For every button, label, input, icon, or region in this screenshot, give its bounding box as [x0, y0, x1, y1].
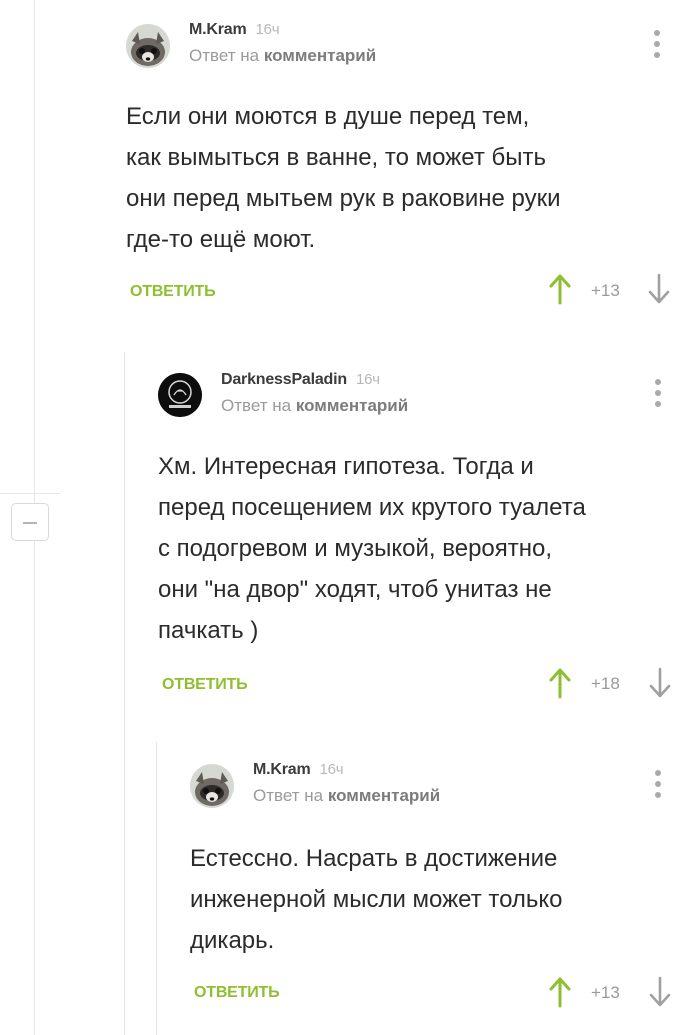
avatar[interactable]: [190, 764, 234, 808]
thread-line-level2: [156, 742, 157, 1035]
comment-time: 16ч: [355, 371, 380, 388]
arrow-up-icon[interactable]: [549, 667, 571, 699]
arrow-down-icon[interactable]: [649, 976, 671, 1008]
rating-value: +18: [591, 674, 620, 693]
minus-icon: [23, 522, 37, 524]
arrow-up-icon[interactable]: [549, 273, 571, 305]
reply-button[interactable]: ОТВЕТИТЬ: [194, 984, 280, 1002]
rating-value: +13: [591, 281, 620, 300]
arrow-up-icon[interactable]: [549, 976, 571, 1008]
reply-button[interactable]: ОТВЕТИТЬ: [130, 283, 216, 301]
arrow-down-icon[interactable]: [649, 667, 671, 699]
rating-value: +13: [591, 983, 620, 1002]
comment: M.Kram 16ч Ответ на комментарий Если они …: [126, 18, 700, 318]
comment: M.Kram 16ч Ответ на комментарий Естессно.…: [190, 758, 700, 1035]
reply-to-link[interactable]: Ответ на комментарий: [221, 396, 408, 416]
reply-button[interactable]: ОТВЕТИТЬ: [162, 676, 248, 694]
avatar[interactable]: [158, 373, 202, 417]
more-vertical-icon[interactable]: [654, 770, 662, 806]
comment-text: Если они моются в душе перед тем, как вы…: [126, 103, 561, 253]
arrow-down-icon[interactable]: [648, 273, 670, 305]
comment-author[interactable]: M.Kram 16ч: [253, 761, 344, 779]
comment-time: 16ч: [319, 761, 344, 778]
thread-divider: [0, 493, 60, 494]
thread-line-level1: [124, 352, 125, 1035]
comment-author[interactable]: M.Kram 16ч: [189, 21, 280, 39]
more-vertical-icon[interactable]: [653, 30, 661, 66]
comment: DarknessPaladin 16ч Ответ на комментарий …: [158, 368, 700, 708]
collapse-thread-button[interactable]: [11, 503, 49, 541]
comment-author[interactable]: DarknessPaladin 16ч: [221, 371, 380, 389]
more-vertical-icon[interactable]: [654, 379, 662, 415]
reply-to-link[interactable]: Ответ на комментарий: [189, 46, 376, 66]
comment-text: Хм. Интересная гипотеза. Тогда и перед п…: [158, 453, 586, 644]
reply-to-link[interactable]: Ответ на комментарий: [253, 786, 440, 806]
comment-time: 16ч: [255, 21, 280, 38]
comment-text: Естессно. Насрать в достижение инженерно…: [190, 845, 563, 954]
avatar[interactable]: [126, 24, 170, 68]
